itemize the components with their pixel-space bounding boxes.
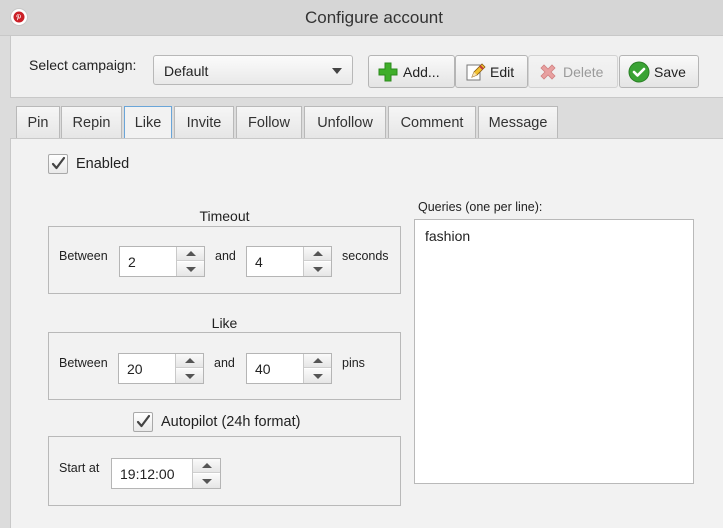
tab-invite[interactable]: Invite bbox=[174, 106, 234, 138]
delete-button[interactable]: Delete bbox=[528, 55, 618, 88]
like-title: Like bbox=[211, 315, 238, 331]
campaign-select[interactable]: Default bbox=[153, 55, 353, 85]
start-at-label: Start at bbox=[59, 461, 100, 475]
chevron-down-icon bbox=[332, 68, 342, 74]
arrow-up-icon bbox=[312, 251, 323, 256]
save-button[interactable]: Save bbox=[619, 55, 699, 88]
tab-label: Message bbox=[488, 114, 548, 131]
spinner-down-button[interactable] bbox=[193, 474, 220, 488]
arrow-down-icon bbox=[201, 478, 212, 484]
campaign-label: Select campaign: bbox=[29, 57, 137, 73]
arrow-up-icon bbox=[201, 463, 212, 468]
spinner-down-button[interactable] bbox=[177, 262, 204, 276]
add-button[interactable]: Add... bbox=[368, 55, 455, 88]
spinner-up-button[interactable] bbox=[304, 247, 331, 261]
like-to-value: 40 bbox=[255, 361, 271, 377]
title-bar: Configure account bbox=[0, 0, 723, 36]
pinterest-icon bbox=[10, 8, 28, 26]
arrow-up-icon bbox=[185, 251, 196, 256]
autopilot-label: Autopilot (24h format) bbox=[161, 414, 301, 430]
add-button-label: Add... bbox=[403, 63, 440, 80]
window-title: Configure account bbox=[305, 8, 443, 27]
like-to-spinner[interactable]: 40 bbox=[246, 353, 332, 384]
queries-text: fashion bbox=[425, 228, 471, 244]
tab-label: Invite bbox=[186, 114, 222, 131]
tab-label: Pin bbox=[27, 114, 49, 131]
timeout-from-spinner[interactable]: 2 bbox=[119, 246, 205, 277]
arrow-up-icon bbox=[312, 358, 323, 363]
spinner-up-button[interactable] bbox=[304, 354, 331, 368]
delete-button-label: Delete bbox=[563, 63, 604, 80]
arrow-down-icon bbox=[312, 266, 323, 272]
timeout-and-label: and bbox=[215, 249, 236, 263]
save-button-label: Save bbox=[654, 63, 686, 80]
spinner-up-button[interactable] bbox=[176, 354, 203, 368]
spinner-up-button[interactable] bbox=[177, 247, 204, 261]
check-circle-icon bbox=[628, 61, 650, 83]
timeout-between-label: Between bbox=[59, 249, 108, 263]
tab-label: Follow bbox=[248, 114, 290, 131]
autopilot-group bbox=[48, 436, 401, 506]
tab-unfollow[interactable]: Unfollow bbox=[304, 106, 386, 138]
spinner-down-button[interactable] bbox=[304, 369, 331, 383]
checkmark-icon bbox=[136, 414, 151, 428]
pencil-icon bbox=[464, 61, 486, 83]
tab-follow[interactable]: Follow bbox=[236, 106, 302, 138]
tab-like[interactable]: Like bbox=[124, 106, 172, 139]
like-from-value: 20 bbox=[127, 361, 143, 377]
plus-icon bbox=[377, 61, 399, 83]
spinner-down-button[interactable] bbox=[176, 369, 203, 383]
spinner-down-button[interactable] bbox=[304, 262, 331, 276]
autopilot-checkbox[interactable] bbox=[133, 412, 153, 432]
like-between-label: Between bbox=[59, 356, 108, 370]
spinner-buttons bbox=[176, 247, 204, 276]
like-from-spinner[interactable]: 20 bbox=[118, 353, 204, 384]
edit-button[interactable]: Edit bbox=[455, 55, 528, 88]
delete-x-icon bbox=[537, 61, 559, 83]
timeout-to-spinner[interactable]: 4 bbox=[246, 246, 332, 277]
like-and-label: and bbox=[214, 356, 235, 370]
tab-label: Unfollow bbox=[317, 114, 373, 131]
arrow-down-icon bbox=[185, 266, 196, 272]
queries-textarea[interactable]: fashion bbox=[414, 219, 694, 484]
tab-repin[interactable]: Repin bbox=[61, 106, 122, 138]
tab-pin[interactable]: Pin bbox=[16, 106, 60, 138]
tab-label: Comment bbox=[400, 114, 464, 131]
arrow-up-icon bbox=[184, 358, 195, 363]
spinner-buttons bbox=[175, 354, 203, 383]
queries-label: Queries (one per line): bbox=[418, 200, 543, 214]
like-unit-label: pins bbox=[342, 356, 365, 370]
timeout-unit-label: seconds bbox=[342, 249, 389, 263]
spinner-buttons bbox=[303, 247, 331, 276]
timeout-from-value: 2 bbox=[128, 254, 136, 270]
checkmark-icon bbox=[51, 156, 66, 170]
edit-button-label: Edit bbox=[490, 63, 515, 80]
enabled-label: Enabled bbox=[76, 156, 130, 172]
tab-label: Like bbox=[134, 115, 162, 131]
timeout-to-value: 4 bbox=[255, 254, 263, 270]
spinner-buttons bbox=[303, 354, 331, 383]
spinner-up-button[interactable] bbox=[193, 459, 220, 473]
tab-label: Repin bbox=[72, 114, 111, 131]
arrow-down-icon bbox=[312, 373, 323, 379]
tab-comment[interactable]: Comment bbox=[388, 106, 476, 138]
start-time-value: 19:12:00 bbox=[120, 466, 175, 482]
arrow-down-icon bbox=[184, 373, 195, 379]
start-time-spinner[interactable]: 19:12:00 bbox=[111, 458, 221, 489]
tab-message[interactable]: Message bbox=[478, 106, 558, 138]
enabled-checkbox[interactable] bbox=[48, 154, 68, 174]
timeout-title: Timeout bbox=[199, 208, 250, 224]
spinner-buttons bbox=[192, 459, 220, 488]
campaign-select-value: Default bbox=[164, 63, 209, 79]
